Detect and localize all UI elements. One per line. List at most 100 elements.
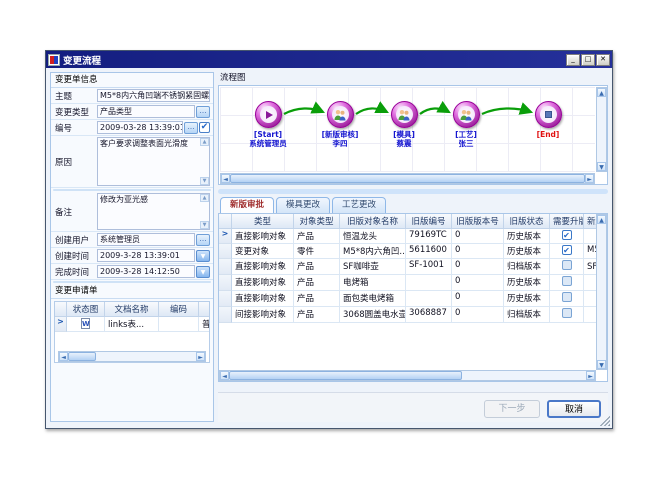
change-type-input[interactable]: 产品类型: [97, 105, 195, 118]
scroll-up-icon[interactable]: ▲: [597, 215, 606, 224]
dropdown-button[interactable]: ▼: [196, 250, 210, 262]
table-cell: 79169TC: [406, 229, 452, 244]
scroll-right-icon[interactable]: ►: [196, 352, 205, 361]
scroll-down-icon[interactable]: ▼: [200, 221, 209, 229]
flow-node-review[interactable]: [新版审核]李四: [310, 101, 370, 148]
column-header[interactable]: 文档名称: [105, 302, 159, 317]
scrollbar-thumb[interactable]: [229, 371, 462, 380]
table-row[interactable]: >直接影响对象产品恒温龙头79169TC0历史版本✔: [219, 229, 596, 244]
resize-grip[interactable]: [600, 416, 610, 426]
window-title: 变更流程: [63, 53, 566, 67]
flow-node-end[interactable]: [End]: [518, 101, 578, 139]
status-icon-cell: [67, 317, 105, 332]
create-user-input[interactable]: 系统管理员: [97, 233, 195, 246]
horizontal-scrollbar[interactable]: ◄ ►: [219, 370, 596, 381]
ellipsis-button[interactable]: …: [196, 234, 210, 246]
scroll-right-icon[interactable]: ►: [585, 174, 594, 183]
table-row[interactable]: >links表...普通: [55, 317, 209, 332]
minimize-button[interactable]: _: [566, 54, 580, 66]
request-form-table-body: >links表...普通: [55, 317, 209, 332]
scroll-right-icon[interactable]: ►: [586, 371, 595, 380]
number-checkbox[interactable]: ✔: [199, 122, 210, 133]
remarks-textarea[interactable]: 修改为亚光感 ▲ ▼: [97, 193, 210, 230]
table-row[interactable]: 直接影响对象产品SF咖啡壶SF-10010归档版本SF咖: [219, 259, 596, 275]
scroll-down-icon[interactable]: ▼: [597, 360, 606, 369]
table-cell-upgrade: [550, 275, 584, 291]
column-header[interactable]: 旧版版本号: [452, 214, 504, 229]
scrollbar-thumb[interactable]: [230, 174, 585, 183]
cancel-button[interactable]: 取消: [547, 400, 601, 418]
field-label: 主题: [55, 90, 97, 102]
tab-craft-change[interactable]: 工艺更改: [332, 197, 386, 213]
table-row[interactable]: 变更对象零件M5*8内六角凹...56116000历史版本✔M5*8: [219, 244, 596, 259]
upgrade-checkbox[interactable]: [562, 292, 572, 302]
tab-mold-change[interactable]: 模具更改: [276, 197, 330, 213]
table-row[interactable]: 直接影响对象产品电烤箱0历史版本: [219, 275, 596, 291]
table-row[interactable]: 直接影响对象产品面包类电烤箱0历史版本: [219, 291, 596, 307]
column-header[interactable]: 对象类型: [294, 214, 340, 229]
scroll-up-icon[interactable]: ▲: [597, 88, 606, 97]
table-cell-new-name: SF咖: [584, 259, 596, 275]
create-time-input[interactable]: 2009-3-28 13:39:01: [97, 249, 195, 262]
upgrade-checkbox[interactable]: ✔: [562, 230, 572, 240]
change-process-window: 变更流程 _ □ ✕ 变更单信息 主题 M5*8内六角凹端不锈钢紧固螺钉 变更类…: [45, 50, 613, 429]
maximize-button[interactable]: □: [581, 54, 595, 66]
column-header[interactable]: 需要升版: [550, 214, 584, 229]
vertical-scrollbar[interactable]: ▲ ▼: [596, 214, 607, 370]
horizontal-scrollbar[interactable]: ◄ ►: [58, 351, 206, 362]
ellipsis-button[interactable]: …: [196, 106, 210, 118]
dropdown-button[interactable]: ▼: [196, 266, 210, 278]
table-cell-new-name: [584, 307, 596, 323]
scroll-left-icon[interactable]: ◄: [220, 371, 229, 380]
row-indicator: [219, 275, 232, 291]
flow-node-craft[interactable]: [工艺]张三: [436, 101, 496, 148]
table-cell-new-name: [584, 291, 596, 307]
column-header[interactable]: [199, 302, 210, 317]
upgrade-checkbox[interactable]: [562, 260, 572, 270]
pane-splitter[interactable]: [218, 189, 608, 194]
ellipsis-button[interactable]: …: [184, 122, 198, 134]
finish-time-input[interactable]: 2009-3-28 14:12:50: [97, 265, 195, 278]
subject-input[interactable]: M5*8内六角凹端不锈钢紧固螺钉: [97, 89, 210, 102]
column-header[interactable]: 类型: [232, 214, 294, 229]
upgrade-checkbox[interactable]: [562, 276, 572, 286]
column-header[interactable]: 旧版对象名称: [340, 214, 406, 229]
reason-textarea[interactable]: 客户要求调整表面光滑度 ▲ ▼: [97, 137, 210, 186]
field-reason: 原因 客户要求调整表面光滑度 ▲ ▼: [51, 136, 213, 188]
close-button[interactable]: ✕: [596, 54, 610, 66]
field-create-time: 创建时间 2009-3-28 13:39:01 ▼: [51, 248, 213, 264]
scroll-up-icon[interactable]: ▲: [200, 194, 209, 202]
flow-node-start[interactable]: [Start]系统管理员: [238, 101, 298, 148]
table-cell: 直接影响对象: [232, 291, 294, 307]
table-cell: 直接影响对象: [232, 229, 294, 244]
number-input[interactable]: 2009-03-28 13:39:01: [97, 121, 183, 134]
scroll-down-icon[interactable]: ▼: [200, 177, 209, 185]
flow-node-mold[interactable]: [模具]蔡震: [374, 101, 434, 148]
table-row[interactable]: 间接影响对象产品3068圆盖电水壶30688870归档版本: [219, 307, 596, 323]
table-cell-upgrade: [550, 307, 584, 323]
people-node-icon: [391, 101, 418, 128]
column-header[interactable]: 编码: [159, 302, 199, 317]
table-cell-new-name: [584, 229, 596, 244]
column-header[interactable]: 旧版状态: [504, 214, 550, 229]
table-cell: [406, 275, 452, 291]
window-titlebar[interactable]: 变更流程 _ □ ✕: [46, 51, 612, 68]
upgrade-checkbox[interactable]: [562, 308, 572, 318]
scroll-down-icon[interactable]: ▼: [597, 162, 606, 171]
scroll-left-icon[interactable]: ◄: [221, 174, 230, 183]
tab-new-version-approval[interactable]: 新版审批: [220, 197, 274, 213]
vertical-scrollbar[interactable]: ▲ ▼: [596, 87, 607, 172]
next-button[interactable]: 下一步: [484, 400, 540, 418]
scroll-up-icon[interactable]: ▲: [200, 138, 209, 146]
horizontal-scrollbar[interactable]: ◄ ►: [220, 173, 595, 184]
column-header[interactable]: 旧版编号: [406, 214, 452, 229]
flow-chart-canvas[interactable]: [Start]系统管理员 [新版审核]李四: [220, 87, 595, 172]
upgrade-checkbox[interactable]: ✔: [562, 245, 572, 255]
scroll-left-icon[interactable]: ◄: [59, 352, 68, 361]
column-header[interactable]: 状态图: [67, 302, 105, 317]
scrollbar-thumb[interactable]: [68, 352, 96, 361]
table-cell: M5*8内六角凹...: [340, 244, 406, 259]
table-cell: SF咖啡壶: [340, 259, 406, 275]
column-header[interactable]: 新版对象名称: [584, 214, 596, 229]
dialog-footer: 下一步 取消: [218, 392, 608, 422]
